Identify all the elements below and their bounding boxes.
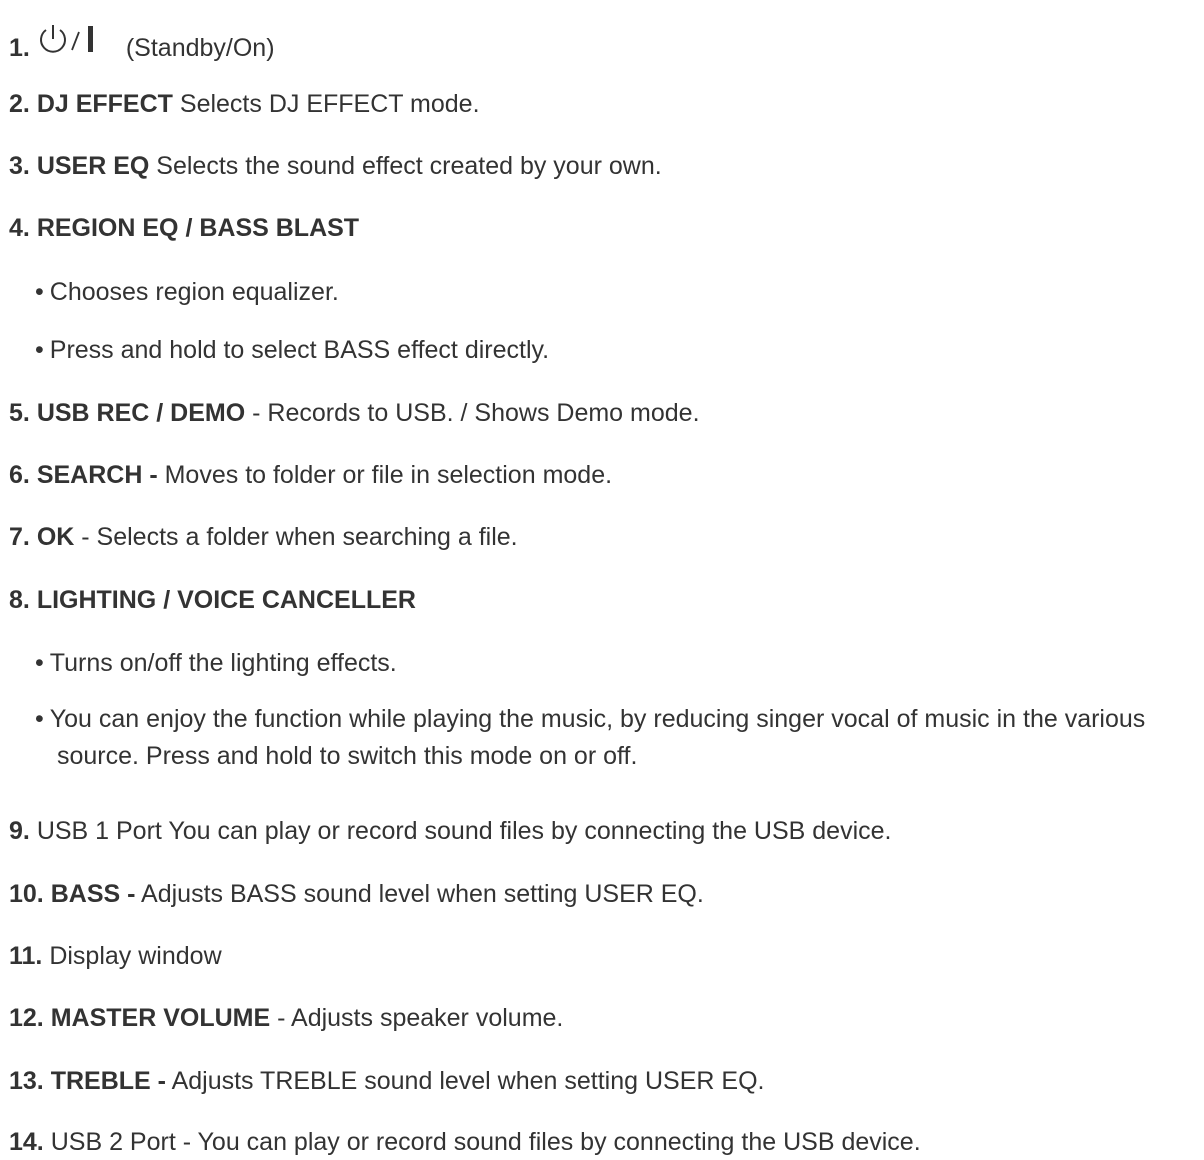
item-8-bullet-2: • You can enjoy the function while playin… [35, 701, 1204, 775]
item-1: 1. (Standby/On) [9, 22, 275, 66]
item-number: 9. [9, 817, 30, 845]
item-label: DJ EFFECT [36, 90, 173, 118]
item-number: 4. [9, 214, 30, 242]
item-number: 5. [9, 399, 30, 427]
bullet-text: Chooses region equalizer. [49, 278, 339, 306]
item-6: 6. SEARCH - Moves to folder or file in s… [9, 457, 612, 493]
item-label: USB REC / DEMO [36, 399, 246, 427]
bullet-mark: • [35, 336, 44, 364]
item-label: MASTER VOLUME [50, 1004, 271, 1032]
item-number: 1. [9, 34, 30, 62]
bullet-mark: • [35, 705, 44, 733]
item-desc: USB 1 Port You can play or record sound … [36, 817, 892, 845]
item-desc: Selects the sound effect created by your… [156, 152, 662, 180]
item-number: 6. [9, 461, 30, 489]
item-number: 7. [9, 523, 30, 551]
item-number: 12. [9, 1004, 44, 1032]
item-10: 10. BASS - Adjusts BASS sound level when… [9, 876, 704, 912]
item-label: REGION EQ / BASS BLAST [36, 214, 360, 242]
item-label: BASS - [50, 880, 136, 908]
item-4-bullet-2: • Press and hold to select BASS effect di… [35, 332, 549, 368]
item-desc: - Adjusts speaker volume. [277, 1004, 564, 1032]
item-desc: (Standby/On) [125, 34, 275, 62]
item-12: 12. MASTER VOLUME - Adjusts speaker volu… [9, 1000, 563, 1036]
item-desc: Display window [49, 942, 222, 970]
item-2: 2. DJ EFFECT Selects DJ EFFECT mode. [9, 86, 480, 122]
bullet-text: Press and hold to select BASS effect dir… [49, 336, 550, 364]
item-label: TREBLE - [50, 1067, 166, 1095]
item-desc: USB 2 Port - You can play or record soun… [50, 1128, 921, 1156]
item-5: 5. USB REC / DEMO - Records to USB. / Sh… [9, 395, 700, 431]
item-desc: Adjusts TREBLE sound level when setting … [171, 1067, 765, 1095]
item-4: 4. REGION EQ / BASS BLAST [9, 210, 359, 246]
item-11: 11. Display window [9, 938, 222, 974]
item-desc: Selects DJ EFFECT mode. [179, 90, 480, 118]
power-standby-on-icon [38, 22, 114, 58]
item-7: 7. OK - Selects a folder when searching … [9, 519, 518, 555]
item-number: 13. [9, 1067, 44, 1095]
bullet-mark: • [35, 649, 44, 677]
bullet-mark: • [35, 278, 44, 306]
item-number: 11. [9, 942, 43, 970]
item-desc: Moves to folder or file in selection mod… [164, 461, 613, 489]
item-8-bullet-1: • Turns on/off the lighting effects. [35, 645, 397, 681]
item-label: OK [36, 523, 75, 551]
item-number: 2. [9, 90, 30, 118]
item-label: LIGHTING / VOICE CANCELLER [36, 586, 416, 614]
item-number: 3. [9, 152, 30, 180]
item-4-bullet-1: • Chooses region equalizer. [35, 274, 339, 310]
item-8: 8. LIGHTING / VOICE CANCELLER [9, 582, 416, 618]
item-number: 14. [9, 1128, 44, 1156]
item-desc: - Selects a folder when searching a file… [81, 523, 518, 551]
item-label: USER EQ [36, 152, 150, 180]
bullet-text: You can enjoy the function while playing… [49, 705, 1146, 770]
item-number: 10. [9, 880, 44, 908]
item-label: SEARCH - [36, 461, 158, 489]
item-14: 14. USB 2 Port - You can play or record … [9, 1124, 921, 1160]
item-13: 13. TREBLE - Adjusts TREBLE sound level … [9, 1063, 764, 1099]
item-9: 9. USB 1 Port You can play or record sou… [9, 813, 891, 849]
item-number: 8. [9, 586, 30, 614]
item-3: 3. USER EQ Selects the sound effect crea… [9, 148, 662, 184]
bullet-text: Turns on/off the lighting effects. [49, 649, 397, 677]
item-desc: - Records to USB. / Shows Demo mode. [252, 399, 700, 427]
item-desc: Adjusts BASS sound level when setting US… [141, 880, 704, 908]
